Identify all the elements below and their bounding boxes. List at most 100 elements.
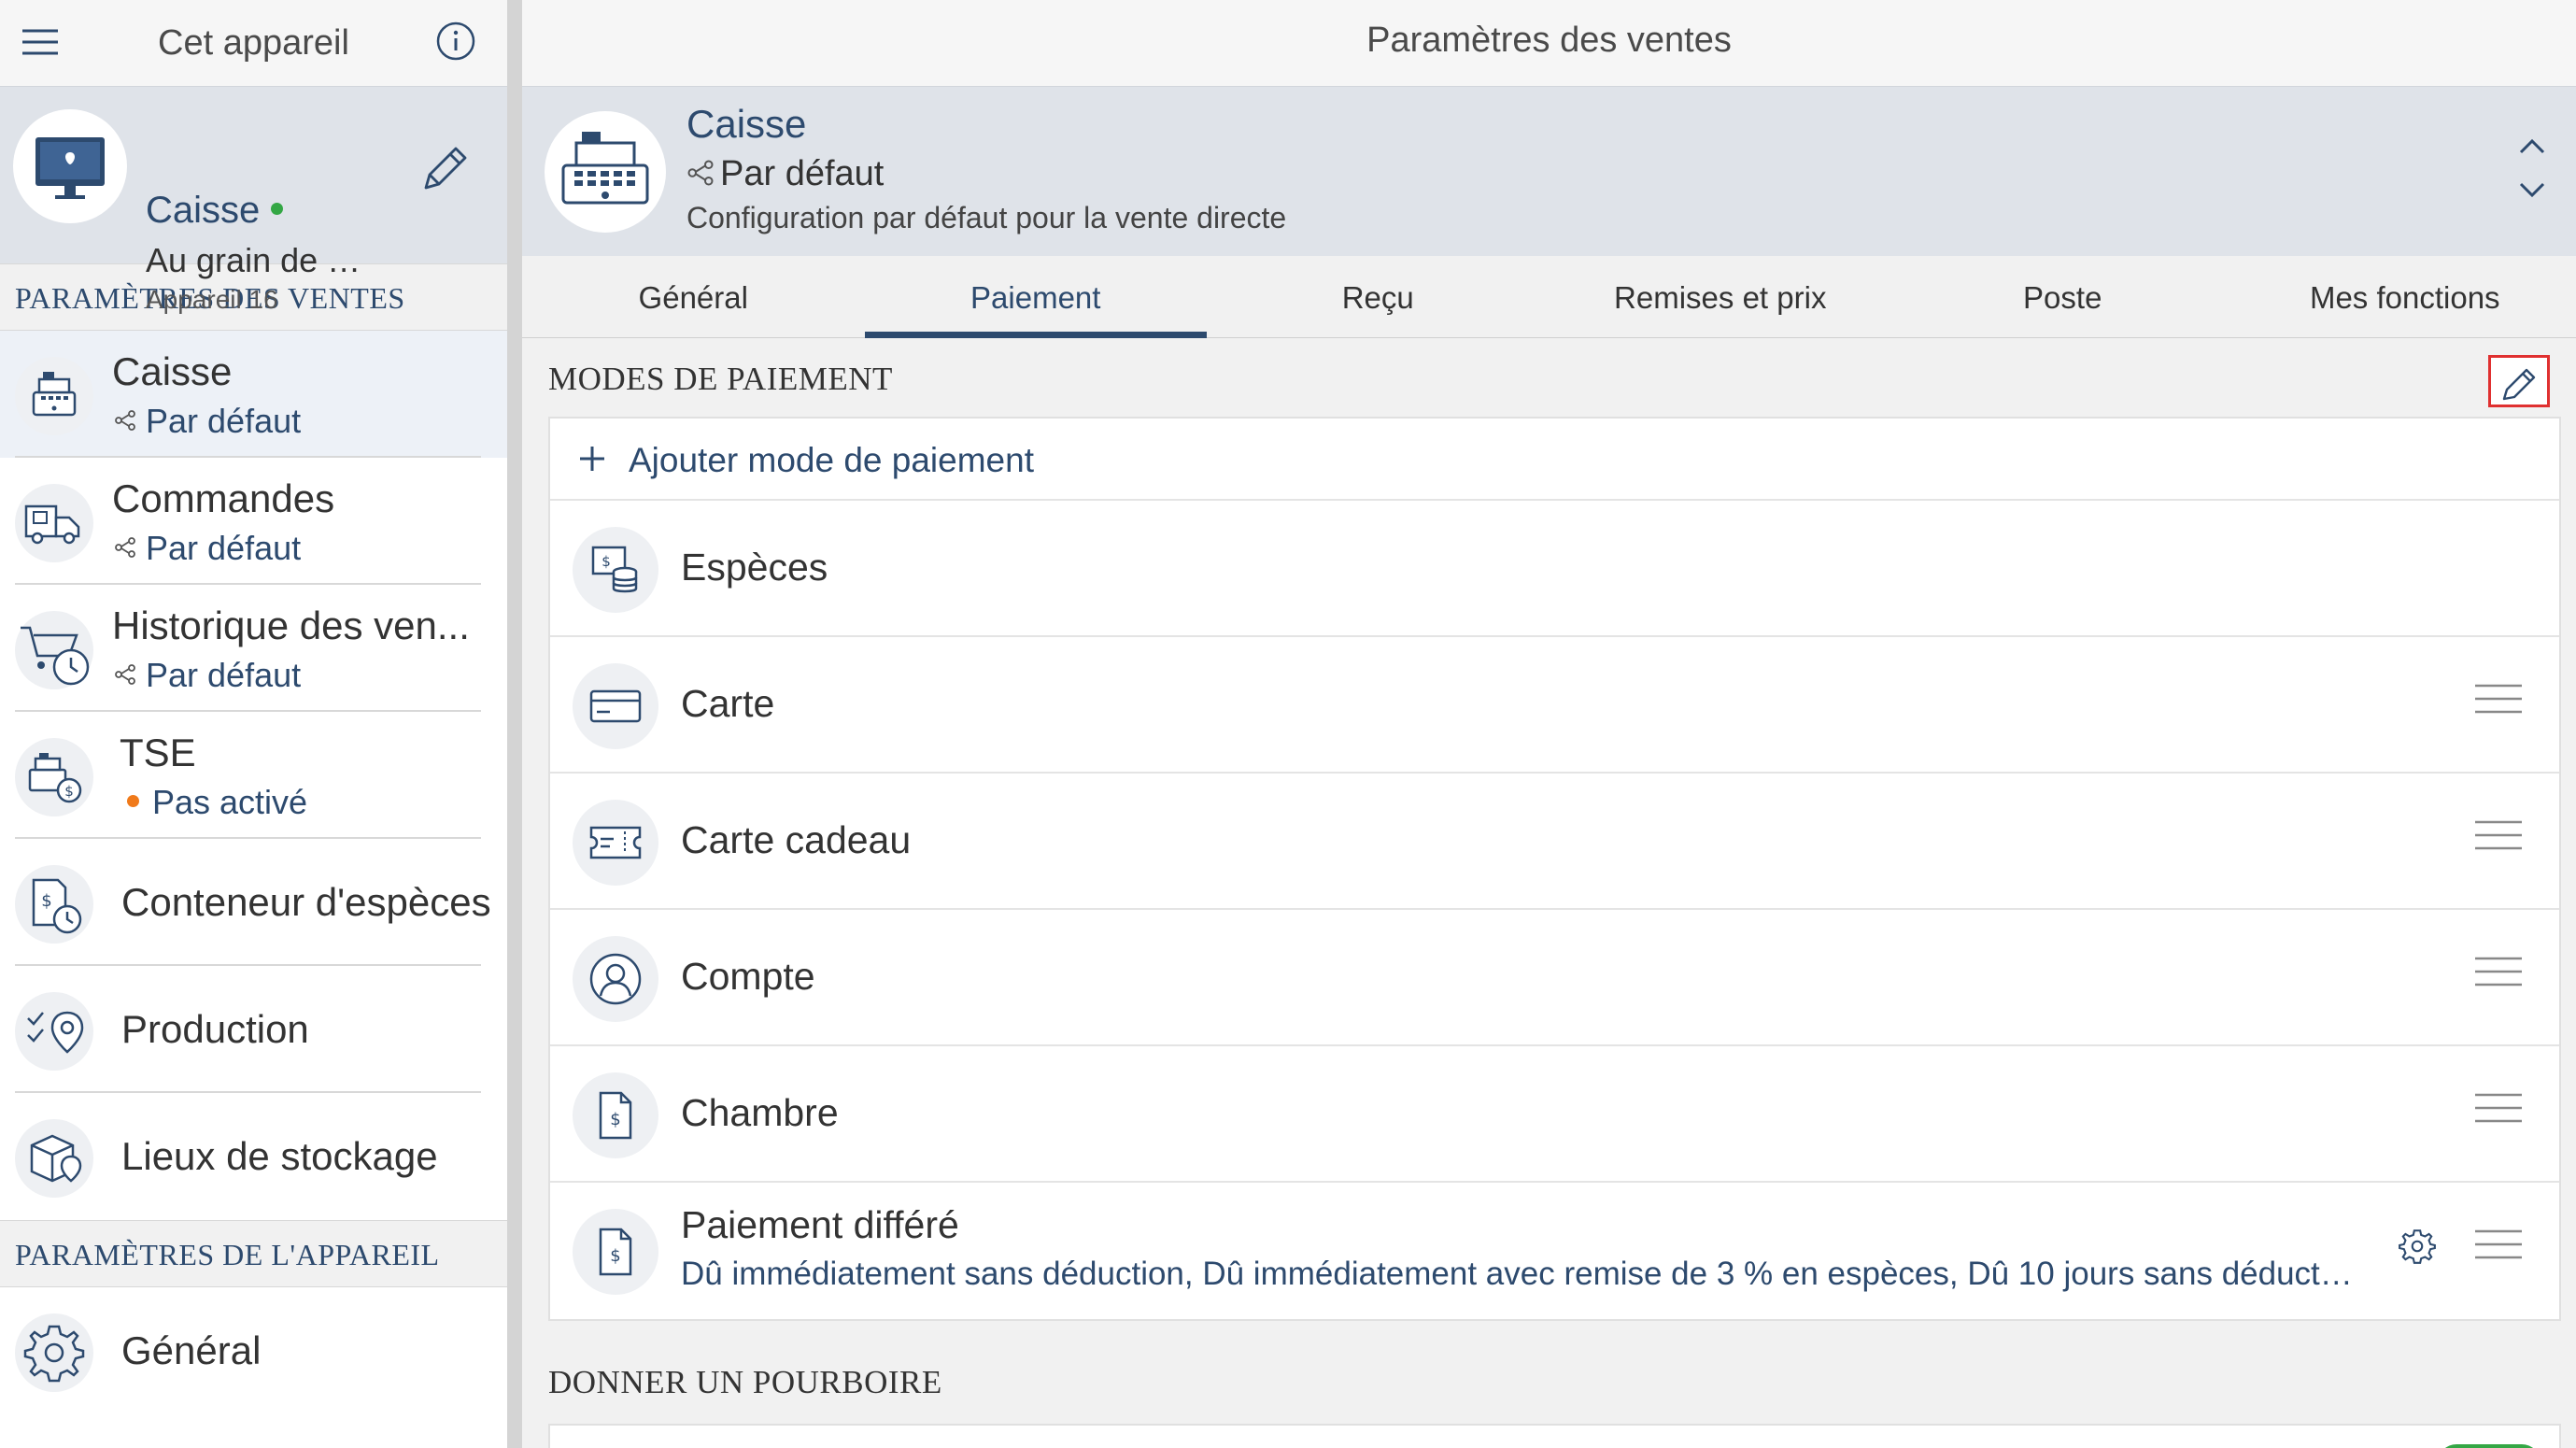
page-title: Paramètres des ventes xyxy=(522,0,2576,86)
sidebar-item-label: Commandes xyxy=(112,476,335,520)
sidebar-item-conteneur[interactable]: $ Conteneur d'espèces xyxy=(0,839,507,966)
device-name: Caisse xyxy=(146,190,284,232)
tip-settings-box xyxy=(548,1424,2561,1448)
payment-method-carte-cadeau[interactable]: Carte cadeau xyxy=(550,774,2559,910)
app: Cet appareil Caisse Au grain de ca... Ap… xyxy=(0,0,2576,1448)
payment-method-chambre[interactable]: $ Chambre xyxy=(550,1046,2559,1183)
cash-coins-icon: $ xyxy=(573,527,658,613)
main-panel: Paramètres des ventes Caisse Par défaut … xyxy=(522,0,2576,1448)
svg-text:$: $ xyxy=(41,891,51,911)
device-card[interactable]: Caisse Au grain de ca... Appareil 16 xyxy=(0,86,507,314)
register-coin-icon: $ xyxy=(15,738,93,816)
sidebar-item-tse[interactable]: $ TSE Pas activé xyxy=(0,712,507,839)
share-icon xyxy=(114,409,136,432)
payment-method-label: Carte xyxy=(681,682,775,725)
tab-bar: Général Paiement Reçu Remises et prix Po… xyxy=(522,256,2576,338)
tab-general[interactable]: Général xyxy=(522,256,865,337)
drag-handle-icon[interactable] xyxy=(2473,953,2524,990)
tab-mes-fonctions[interactable]: Mes fonctions xyxy=(2234,256,2576,337)
tab-recu[interactable]: Reçu xyxy=(1207,256,1550,337)
sidebar-item-label: Caisse xyxy=(112,349,233,393)
payment-content: MODES DE PAIEMENT Ajouter mode de paieme… xyxy=(522,338,2576,1448)
cash-container-icon: $ xyxy=(15,865,93,944)
tab-remises-et-prix[interactable]: Remises et prix xyxy=(1550,256,1892,337)
share-icon xyxy=(686,159,715,187)
sidebar-item-production[interactable]: Production xyxy=(0,966,507,1093)
edit-device-pencil-icon[interactable] xyxy=(417,141,473,197)
info-icon[interactable] xyxy=(435,21,476,62)
sidebar-item-label: Historique des ven... xyxy=(112,603,470,647)
tab-paiement[interactable]: Paiement xyxy=(864,256,1208,338)
payment-method-label: Chambre xyxy=(681,1091,839,1134)
chevron-up-down-icon[interactable] xyxy=(2512,124,2553,218)
payment-method-carte[interactable]: Carte xyxy=(550,637,2559,774)
svg-text:$: $ xyxy=(64,783,74,800)
payment-method-label: Paiement différé xyxy=(681,1203,959,1246)
gift-card-icon xyxy=(573,800,658,886)
svg-text:$: $ xyxy=(610,1110,620,1129)
sidebar-item-sublabel: Par défaut xyxy=(114,529,301,568)
deferred-invoice-icon: $ xyxy=(573,1209,658,1295)
sidebar-item-label: Lieux de stockage xyxy=(121,1134,438,1178)
payment-section-header: MODES DE PAIEMENT xyxy=(548,338,2561,417)
drag-handle-icon[interactable] xyxy=(2473,1226,2524,1263)
sidebar-item-general[interactable]: Général xyxy=(0,1287,507,1414)
inactive-status-dot xyxy=(127,794,139,807)
sidebar-item-label: Général xyxy=(121,1328,262,1372)
tip-section-title: DONNER UN POURBOIRE xyxy=(548,1364,942,1400)
device-store: Au grain de ca... xyxy=(146,241,370,279)
add-payment-method-label: Ajouter mode de paiement xyxy=(629,441,1034,479)
production-checklist-icon xyxy=(15,992,93,1071)
online-status-dot xyxy=(271,202,284,215)
device-label: Appareil 16 xyxy=(146,285,278,314)
sidebar-title: Cet appareil xyxy=(158,23,349,63)
account-user-icon xyxy=(573,936,658,1022)
plus-icon xyxy=(576,443,608,475)
room-invoice-icon: $ xyxy=(573,1072,658,1158)
config-description: Configuration par défaut pour la vente d… xyxy=(686,201,1287,234)
sidebar-item-sublabel: Pas activé xyxy=(127,783,307,822)
sidebar-item-sublabel: Par défaut xyxy=(114,656,301,695)
config-profile: Par défaut xyxy=(686,154,884,194)
payment-method-label: Espèces xyxy=(681,546,828,589)
share-icon xyxy=(114,536,136,559)
config-card: Caisse Par défaut Configuration par défa… xyxy=(522,86,2576,256)
svg-text:$: $ xyxy=(610,1246,620,1266)
storage-box-icon xyxy=(15,1119,93,1198)
edit-payment-methods-button[interactable] xyxy=(2488,355,2550,407)
sidebar-item-historique[interactable]: Historique des ven... Par défaut xyxy=(0,585,507,712)
add-payment-method-button[interactable]: Ajouter mode de paiement xyxy=(550,419,2559,501)
sidebar-item-label: TSE xyxy=(120,731,196,774)
gear-icon[interactable] xyxy=(2397,1226,2438,1267)
drag-handle-icon[interactable] xyxy=(2473,816,2524,854)
sidebar-item-label: Production xyxy=(121,1007,309,1051)
tab-poste[interactable]: Poste xyxy=(1891,256,2234,337)
payment-method-terms: Dû immédiatement sans déduction, Dû immé… xyxy=(681,1256,2357,1292)
sidebar-item-label: Conteneur d'espèces xyxy=(121,880,491,924)
payment-method-label: Carte cadeau xyxy=(681,818,912,861)
share-icon xyxy=(114,663,136,686)
section-title: MODES DE PAIEMENT xyxy=(548,361,893,397)
section-device-settings: PARAMÈTRES DE L'APPAREIL xyxy=(0,1220,507,1287)
cart-history-icon xyxy=(15,611,93,689)
sidebar-item-lieux[interactable]: Lieux de stockage xyxy=(0,1093,507,1220)
sidebar-item-caisse[interactable]: Caisse Par défaut xyxy=(0,331,507,458)
delivery-truck-icon xyxy=(15,484,93,562)
sidebar-item-commandes[interactable]: Commandes Par défaut xyxy=(0,458,507,585)
payment-method-compte[interactable]: Compte xyxy=(550,910,2559,1046)
config-name: Caisse xyxy=(686,102,807,146)
payment-method-especes[interactable]: $ Espèces xyxy=(550,501,2559,637)
payment-methods-list: Ajouter mode de paiement $ Espèces Carte xyxy=(548,417,2561,1321)
cash-register-icon xyxy=(545,111,666,233)
svg-text:$: $ xyxy=(602,553,611,570)
payment-method-label: Compte xyxy=(681,955,815,998)
pane-splitter[interactable] xyxy=(507,0,522,1448)
sidebar: Cet appareil Caisse Au grain de ca... Ap… xyxy=(0,0,507,1448)
gear-icon xyxy=(15,1313,93,1392)
sidebar-header: Cet appareil xyxy=(0,0,507,86)
drag-handle-icon[interactable] xyxy=(2473,1089,2524,1127)
computer-monitor-icon xyxy=(13,109,127,223)
tip-toggle[interactable] xyxy=(2438,1444,2541,1448)
payment-method-paiement-differe[interactable]: $ Paiement différé Dû immédiatement sans… xyxy=(550,1183,2559,1319)
drag-handle-icon[interactable] xyxy=(2473,680,2524,717)
